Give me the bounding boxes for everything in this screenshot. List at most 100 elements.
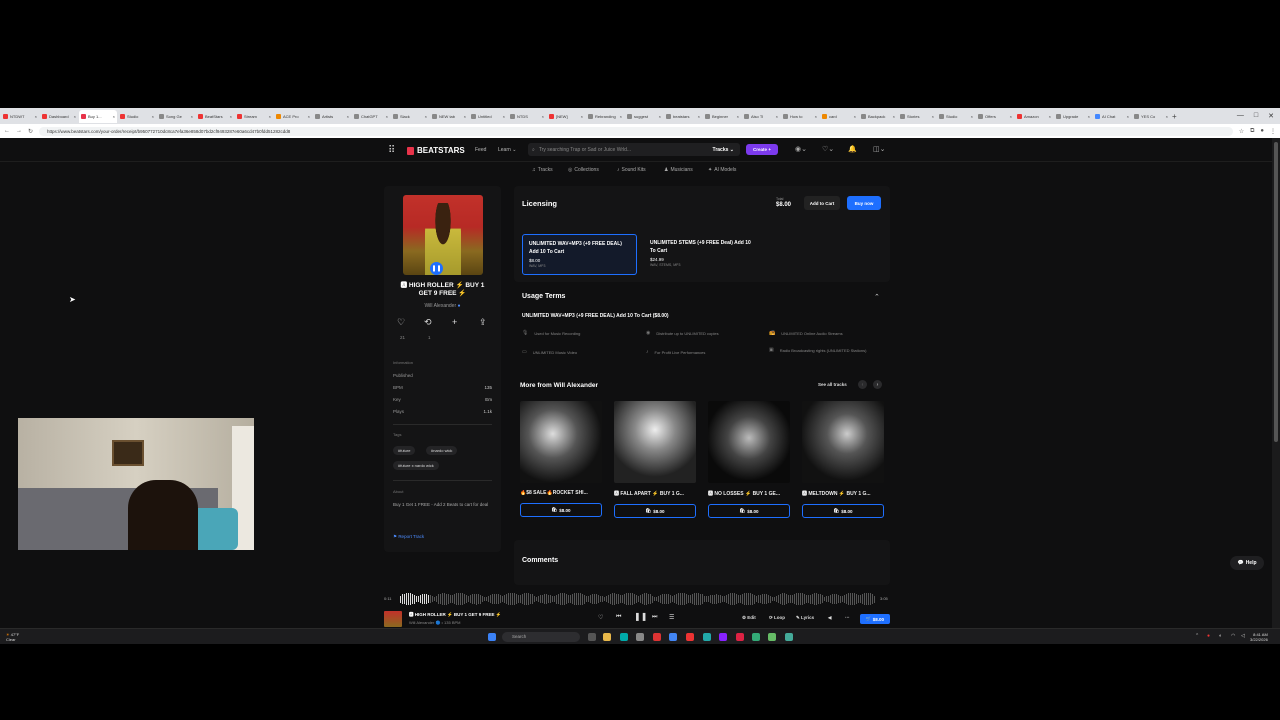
new-tab-icon[interactable]: + — [1172, 112, 1177, 121]
browser-menu-icon[interactable]: ⋮ — [1270, 128, 1276, 135]
more-options-icon[interactable]: ⋯ — [845, 615, 850, 621]
apps-grid-icon[interactable]: ⠿ — [388, 145, 395, 156]
close-window-icon[interactable]: ✕ — [1268, 112, 1274, 120]
tab-close-icon[interactable]: × — [1166, 114, 1168, 119]
player-waveform[interactable] — [400, 592, 878, 606]
search-scope-dropdown[interactable]: Tracks ⌄ — [713, 147, 740, 153]
weather-widget[interactable]: ☀ 47°F Clear — [6, 632, 19, 642]
browser-tab[interactable]: Offers × — [976, 110, 1014, 123]
tab-close-icon[interactable]: × — [893, 114, 895, 119]
app-icon[interactable] — [785, 633, 793, 641]
more-track-cover[interactable] — [708, 401, 790, 483]
maximize-icon[interactable]: □ — [1254, 112, 1258, 120]
queue-icon[interactable]: ☰ — [669, 614, 674, 621]
app-icon[interactable] — [653, 633, 661, 641]
browser-tab[interactable]: Stories × — [898, 110, 936, 123]
chevron-up-icon[interactable]: ⌃ — [874, 293, 880, 301]
browser-tab[interactable]: Studio × — [118, 110, 156, 123]
app-icon[interactable] — [736, 633, 744, 641]
reload-icon[interactable]: ↻ — [28, 128, 33, 135]
more-track-buy-button[interactable]: 🛍 $8.00 — [614, 504, 696, 518]
more-track-cover[interactable] — [614, 401, 696, 483]
browser-tab[interactable]: Slack × — [391, 110, 429, 123]
more-track-buy-button[interactable]: 🛍 $8.00 — [802, 504, 884, 518]
lyrics-button[interactable]: ✎ Lyrics — [796, 615, 814, 621]
player-thumbnail[interactable] — [384, 611, 402, 627]
browser-tab[interactable]: Also TI × — [742, 110, 780, 123]
tab-close-icon[interactable]: × — [971, 114, 973, 119]
tab-close-icon[interactable]: × — [503, 114, 505, 119]
browser-tab[interactable]: YES Co × — [1132, 110, 1170, 123]
browser-tab[interactable]: How to × — [781, 110, 819, 123]
wifi-icon[interactable]: ◠ — [1231, 633, 1235, 639]
taskbar-search[interactable]: Search — [502, 632, 580, 642]
tab-close-icon[interactable]: × — [464, 114, 466, 119]
browser-tab[interactable]: Artists × — [313, 110, 351, 123]
subnav-sound-kits[interactable]: ♪ Sound Kits — [617, 167, 646, 173]
subnav-tracks[interactable]: ♫ Tracks — [532, 167, 553, 173]
forward-icon[interactable]: → — [16, 128, 22, 134]
buy-now-button[interactable]: Buy now — [847, 196, 881, 210]
pause-button[interactable]: ❚❚ — [430, 262, 443, 275]
tab-close-icon[interactable]: × — [1049, 114, 1051, 119]
browser-tab[interactable]: NEW tab × — [430, 110, 468, 123]
app-icon[interactable] — [703, 633, 711, 641]
track-artist[interactable]: Will Alexander ● — [384, 303, 501, 309]
speaker-icon[interactable]: ◁ — [1241, 633, 1245, 639]
subnav-collections[interactable]: ◎ Collections — [568, 167, 599, 173]
start-menu-icon[interactable] — [488, 633, 496, 641]
create-button[interactable]: Create + — [746, 144, 778, 155]
more-track-title[interactable]: 🅰 MELTDOWN ⚡ BUY 1 G... — [802, 490, 884, 497]
browser-tab[interactable]: NTDWT × — [1, 110, 39, 123]
browser-tab[interactable]: ACE Pro × — [274, 110, 312, 123]
browser-tab[interactable]: Stream × — [235, 110, 273, 123]
report-track-link[interactable]: ⚑ Report Track — [393, 534, 424, 540]
cart-icon[interactable]: ◫⌄ — [873, 145, 885, 153]
tab-close-icon[interactable]: × — [230, 114, 232, 119]
tab-close-icon[interactable]: × — [152, 114, 154, 119]
tab-close-icon[interactable]: × — [113, 114, 115, 119]
notification-bell-icon[interactable]: 🔔 — [848, 145, 857, 153]
tab-close-icon[interactable]: × — [1127, 114, 1129, 119]
browser-tab[interactable]: AI Chat × — [1093, 110, 1131, 123]
nav-feed-link[interactable]: Feed — [475, 147, 486, 153]
browser-tab[interactable]: beatstars × — [664, 110, 702, 123]
tab-close-icon[interactable]: × — [698, 114, 700, 119]
profile-icon[interactable]: ● — [1260, 128, 1264, 134]
browser-tab[interactable]: Studio × — [937, 110, 975, 123]
more-track-title[interactable]: 🅰 NO LOSSES ⚡ BUY 1 GE... — [708, 490, 790, 497]
browser-tab[interactable]: Beginner × — [703, 110, 741, 123]
avatar-icon[interactable]: ◉⌄ — [795, 145, 807, 153]
tab-close-icon[interactable]: × — [620, 114, 622, 119]
tab-close-icon[interactable]: × — [776, 114, 778, 119]
tab-close-icon[interactable]: × — [347, 114, 349, 119]
store-icon[interactable] — [636, 633, 644, 641]
browser-tab[interactable]: ChatGPT × — [352, 110, 390, 123]
search-input[interactable]: Try searching Trap or Sad or Juice Wrld.… — [539, 147, 631, 153]
tag-chip[interactable]: #future — [393, 446, 416, 455]
subnav-ai-models[interactable]: ✦ AI Models — [708, 167, 736, 173]
tab-close-icon[interactable]: × — [308, 114, 310, 119]
scrollbar-thumb[interactable] — [1274, 142, 1278, 442]
minimize-icon[interactable]: — — [1237, 112, 1244, 120]
search-bar[interactable]: ⌕ Try searching Trap or Sad or Juice Wrl… — [528, 143, 740, 156]
tray-app-icon[interactable]: ● — [1207, 633, 1210, 639]
more-track-card[interactable]: 🅰 FALL APART ⚡ BUY 1 G... 🛍 $8.00 — [614, 401, 696, 518]
carousel-prev-icon[interactable]: ‹ — [858, 380, 867, 389]
more-track-buy-button[interactable]: 🛍 $8.00 — [520, 503, 602, 517]
volume-icon[interactable]: ◀ — [828, 615, 831, 621]
add-to-cart-button[interactable]: Add to Cart — [804, 196, 840, 210]
tab-close-icon[interactable]: × — [815, 114, 817, 119]
browser-tab[interactable]: Buy 1... × — [79, 109, 117, 123]
more-track-title[interactable]: 🔥$8 SALE🔥ROCKET SHI... — [520, 490, 602, 496]
browser-tab[interactable]: card × — [820, 110, 858, 123]
nav-learn-link[interactable]: Learn ⌄ — [498, 147, 516, 153]
more-track-cover[interactable] — [802, 401, 884, 483]
edit-button[interactable]: ⚙ Edit — [742, 615, 756, 621]
app-icon[interactable] — [752, 633, 760, 641]
chrome-icon[interactable] — [669, 633, 677, 641]
player-buy-button[interactable]: 🛒 $8.00 — [860, 614, 890, 624]
player-pause-icon[interactable]: ❚❚ — [634, 612, 647, 621]
tab-close-icon[interactable]: × — [1088, 114, 1090, 119]
help-button[interactable]: 💬 Help — [1230, 556, 1264, 570]
